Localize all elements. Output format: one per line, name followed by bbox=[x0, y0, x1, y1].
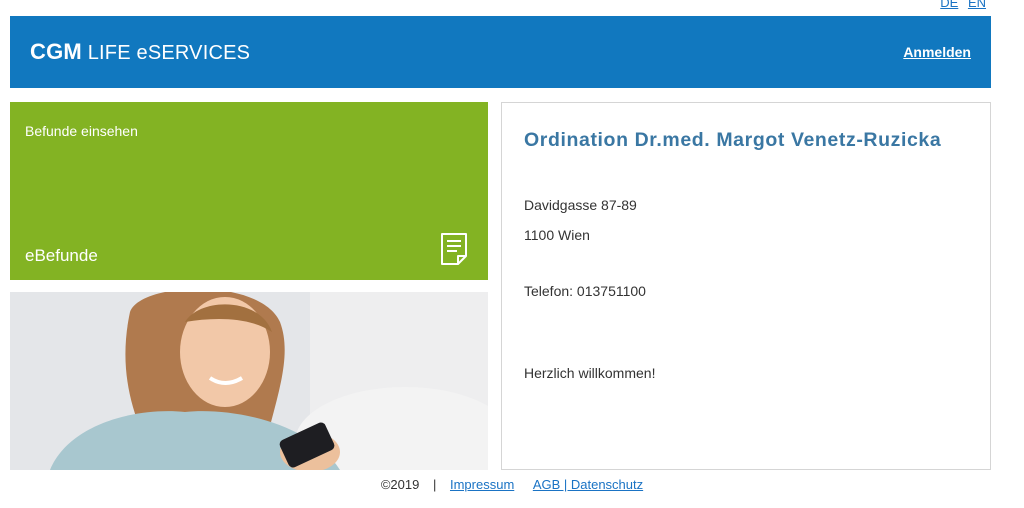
welcome-text: Herzlich willkommen! bbox=[524, 365, 656, 381]
impressum-link[interactable]: Impressum bbox=[450, 477, 514, 492]
practice-title: Ordination Dr.med. Margot Venetz-Ruzicka bbox=[524, 129, 942, 151]
tile-title: eBefunde bbox=[25, 246, 98, 265]
footer: ©2019 | Impressum AGB | Datenschutz bbox=[0, 477, 1024, 492]
brand-name-bold: CGM bbox=[30, 39, 82, 64]
hero-photo bbox=[10, 292, 488, 470]
phone-number: Telefon: 013751100 bbox=[524, 283, 646, 299]
lang-de-link[interactable]: DE bbox=[940, 0, 958, 10]
footer-separator: | bbox=[432, 477, 437, 492]
brand-name-rest: LIFE eSERVICES bbox=[87, 42, 251, 64]
document-icon bbox=[441, 233, 467, 265]
brand-logo[interactable]: CGM LIFE eSERVICES bbox=[30, 39, 250, 65]
agb-datenschutz-link[interactable]: AGB | Datenschutz bbox=[533, 477, 643, 492]
tile-subtitle: Befunde einsehen bbox=[25, 123, 138, 139]
language-switcher: DE EN bbox=[934, 0, 986, 10]
copyright-text: ©2019 bbox=[380, 477, 420, 492]
login-link[interactable]: Anmelden bbox=[903, 44, 971, 60]
header-bar: CGM LIFE eSERVICES Anmelden bbox=[10, 16, 991, 88]
ebefunde-tile[interactable]: Befunde einsehen eBefunde bbox=[10, 102, 488, 280]
address-city: 1100 Wien bbox=[524, 227, 590, 243]
woman-with-phone-image bbox=[10, 292, 488, 470]
address-street: Davidgasse 87-89 bbox=[524, 197, 637, 213]
practice-info-panel: Ordination Dr.med. Margot Venetz-Ruzicka… bbox=[501, 102, 991, 470]
lang-en-link[interactable]: EN bbox=[968, 0, 986, 10]
